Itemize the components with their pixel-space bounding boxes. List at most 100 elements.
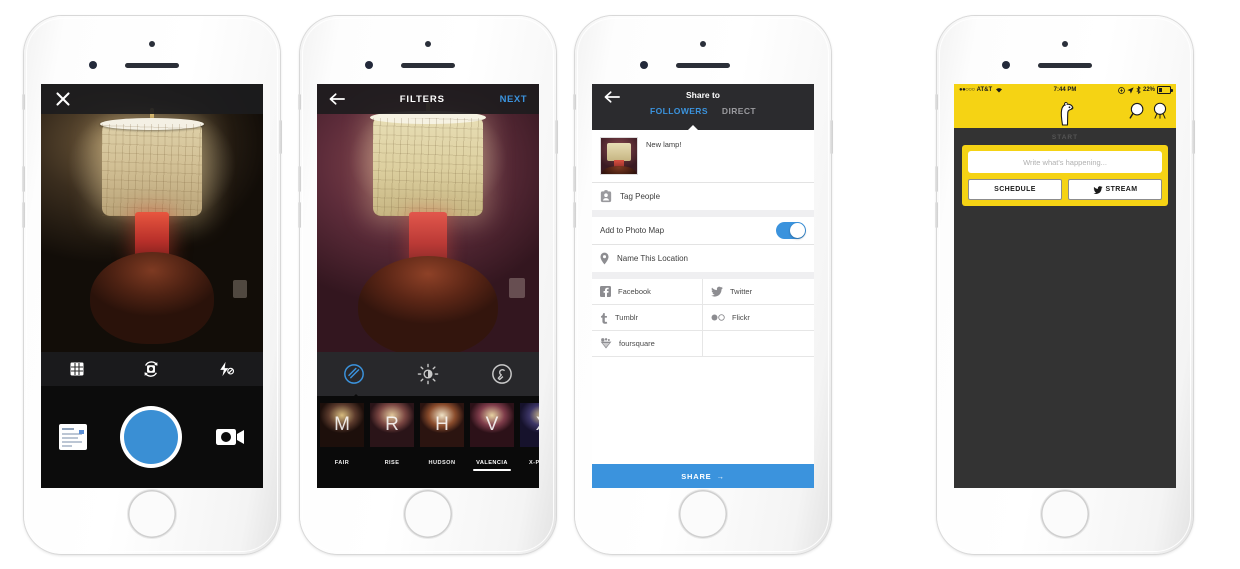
home-button[interactable] bbox=[128, 490, 176, 538]
foursquare-icon bbox=[600, 338, 612, 349]
stream-title-input[interactable]: Write what's happening... bbox=[968, 151, 1162, 173]
power-button[interactable] bbox=[1192, 120, 1195, 154]
filter-item[interactable]: R RISE bbox=[367, 403, 417, 466]
grid-icon[interactable] bbox=[69, 361, 85, 377]
phone-mockup-camera bbox=[22, 16, 282, 554]
mute-switch[interactable] bbox=[22, 94, 25, 110]
tumblr-icon bbox=[600, 312, 608, 324]
social-label: Twitter bbox=[730, 287, 753, 296]
power-button[interactable] bbox=[830, 120, 833, 154]
mute-switch[interactable] bbox=[935, 94, 938, 110]
home-button[interactable] bbox=[404, 490, 452, 538]
back-arrow-icon[interactable] bbox=[329, 92, 345, 106]
front-camera-dot bbox=[700, 41, 706, 47]
share-top-bar: Share to FOLLOWERS DIRECT bbox=[592, 84, 814, 131]
filter-thumbnail: X bbox=[520, 403, 539, 447]
filters-top-bar: FILTERS NEXT bbox=[317, 84, 539, 114]
stream-button[interactable]: STREAM bbox=[1068, 179, 1162, 200]
power-button[interactable] bbox=[555, 120, 558, 154]
rotate-camera-icon[interactable] bbox=[142, 360, 160, 378]
camera-viewfinder bbox=[41, 84, 263, 352]
phone-mockup-meerkat: ●●○○○ AT&T 7:44 PM 22% START Write what'… bbox=[935, 16, 1195, 554]
flash-off-icon[interactable] bbox=[217, 361, 235, 377]
camera-toolbar bbox=[41, 352, 263, 386]
search-icon[interactable] bbox=[1129, 102, 1147, 120]
camera-screen bbox=[41, 84, 263, 488]
battery-icon bbox=[1157, 86, 1173, 94]
tab-direct[interactable]: DIRECT bbox=[722, 106, 756, 116]
filtered-photo-preview bbox=[317, 84, 539, 356]
volume-down-button[interactable] bbox=[298, 202, 301, 228]
filter-item[interactable]: M FAIR bbox=[317, 403, 367, 466]
filter-thumbnail: H bbox=[420, 403, 464, 447]
social-share-grid: Facebook Twitter Tumblr Flickr foursquar… bbox=[592, 279, 814, 357]
active-tab-caret bbox=[687, 125, 699, 131]
next-button[interactable]: NEXT bbox=[500, 94, 527, 105]
brightness-tool-icon[interactable] bbox=[417, 363, 439, 385]
compose-panel: Write what's happening... SCHEDULE STREA… bbox=[962, 145, 1168, 206]
camera-top-bar bbox=[41, 84, 263, 114]
proximity-sensor bbox=[640, 61, 648, 69]
start-label: START bbox=[1051, 134, 1079, 141]
filter-name: X-PRO II bbox=[529, 460, 539, 466]
phone-mockup-share: Share to FOLLOWERS DIRECT New lamp! Tag … bbox=[573, 16, 833, 554]
tag-people-row[interactable]: Tag People bbox=[592, 183, 814, 210]
home-button[interactable] bbox=[1041, 490, 1089, 538]
section-gap bbox=[592, 210, 814, 217]
front-camera-dot bbox=[149, 41, 155, 47]
caption-text[interactable]: New lamp! bbox=[646, 137, 681, 149]
volume-up-button[interactable] bbox=[935, 166, 938, 192]
proximity-sensor bbox=[365, 61, 373, 69]
power-button[interactable] bbox=[279, 120, 282, 154]
mute-switch[interactable] bbox=[298, 94, 301, 110]
adjust-tool-icon[interactable] bbox=[491, 363, 513, 385]
social-cell-flickr[interactable]: Flickr bbox=[703, 305, 814, 331]
twitter-icon bbox=[711, 286, 723, 297]
video-button[interactable] bbox=[215, 426, 245, 448]
schedule-button[interactable]: SCHEDULE bbox=[968, 179, 1062, 200]
photo-map-row[interactable]: Add to Photo Map bbox=[592, 217, 814, 244]
share-button-label: SHARE bbox=[681, 471, 712, 481]
name-location-row[interactable]: Name This Location bbox=[592, 245, 814, 272]
filter-item-selected[interactable]: V VALENCIA bbox=[467, 403, 517, 471]
volume-down-button[interactable] bbox=[573, 202, 576, 228]
profile-icon[interactable] bbox=[1151, 102, 1169, 120]
header-actions bbox=[1129, 102, 1169, 120]
filter-letter: H bbox=[435, 414, 449, 435]
caption-row[interactable]: New lamp! bbox=[592, 130, 814, 182]
tab-followers[interactable]: FOLLOWERS bbox=[650, 106, 708, 116]
flickr-icon bbox=[711, 314, 725, 321]
volume-up-button[interactable] bbox=[298, 166, 301, 192]
volume-down-button[interactable] bbox=[935, 202, 938, 228]
filter-item[interactable]: X X-PRO II bbox=[517, 403, 539, 466]
share-button[interactable]: SHARE → bbox=[592, 464, 814, 488]
social-cell-tumblr[interactable]: Tumblr bbox=[592, 305, 703, 331]
filter-tool-icon[interactable] bbox=[343, 363, 365, 385]
front-camera-dot bbox=[1062, 41, 1068, 47]
filter-strip[interactable]: M FAIR R RISE H HUDSON V VALENCIA X-P bbox=[317, 396, 539, 488]
meerkat-screen: ●●○○○ AT&T 7:44 PM 22% START Write what'… bbox=[954, 84, 1176, 488]
shutter-button[interactable] bbox=[123, 410, 178, 464]
mute-switch[interactable] bbox=[573, 94, 576, 110]
social-label: Flickr bbox=[732, 313, 750, 322]
tag-people-label: Tag People bbox=[620, 192, 661, 201]
social-cell-foursquare[interactable]: foursquare bbox=[592, 331, 703, 357]
social-cell-facebook[interactable]: Facebook bbox=[592, 279, 703, 305]
volume-up-button[interactable] bbox=[573, 166, 576, 192]
compose-actions: SCHEDULE STREAM bbox=[968, 179, 1162, 200]
filter-thumbnail: M bbox=[320, 403, 364, 447]
gallery-button[interactable] bbox=[59, 424, 88, 450]
home-button[interactable] bbox=[679, 490, 727, 538]
volume-up-button[interactable] bbox=[22, 166, 25, 192]
filter-item[interactable]: H HUDSON bbox=[417, 403, 467, 466]
photo-map-label: Add to Photo Map bbox=[600, 226, 665, 235]
social-cell-twitter[interactable]: Twitter bbox=[703, 279, 814, 305]
social-cell-empty bbox=[703, 331, 814, 357]
filter-tools-bar bbox=[317, 352, 539, 396]
stream-title-placeholder: Write what's happening... bbox=[1023, 157, 1107, 167]
photo-map-toggle[interactable] bbox=[776, 222, 806, 239]
close-icon[interactable] bbox=[54, 90, 72, 108]
volume-down-button[interactable] bbox=[22, 202, 25, 228]
filter-name: HUDSON bbox=[428, 460, 456, 466]
proximity-sensor bbox=[89, 61, 97, 69]
